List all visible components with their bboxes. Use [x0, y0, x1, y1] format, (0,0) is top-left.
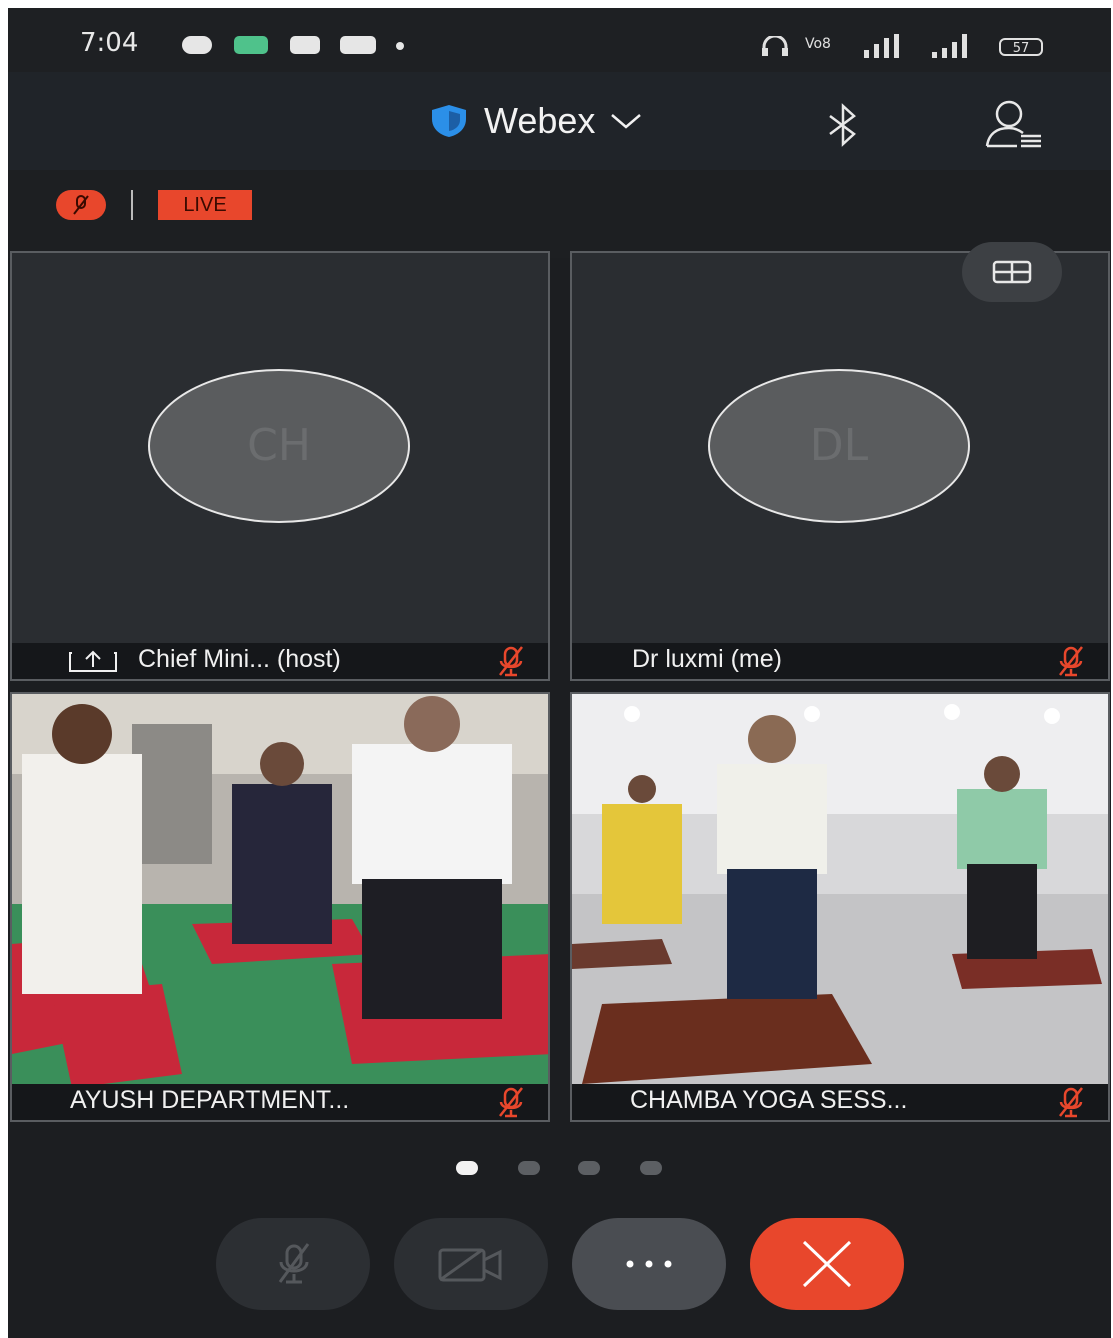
app-notification-icon: [234, 36, 268, 54]
grid-layout-icon: [992, 260, 1032, 284]
mic-off-icon: [73, 195, 89, 215]
battery-indicator: 57: [999, 38, 1043, 56]
mic-off-icon: [278, 1243, 310, 1284]
signal-4g-icon: [864, 34, 899, 58]
participant-video: [12, 694, 548, 1084]
avatar: CH: [148, 369, 410, 523]
leave-meeting-button[interactable]: [750, 1218, 904, 1310]
live-badge: LIVE: [158, 190, 252, 220]
shield-icon: [432, 105, 466, 137]
youtube-icon: [340, 36, 376, 54]
participant-name: CHAMBA YOGA SESS...: [630, 1086, 908, 1114]
mail-icon: [290, 36, 320, 54]
mute-mic-button[interactable]: [216, 1218, 370, 1310]
divider: [131, 190, 133, 220]
page-indicator-2[interactable]: [518, 1161, 540, 1175]
mic-off-icon: [499, 1087, 523, 1118]
yoga-session-video: [12, 694, 548, 1084]
meeting-menu[interactable]: Webex: [428, 96, 643, 146]
video-off-icon: [438, 1248, 502, 1282]
participant-name-bar: CHAMBA YOGA SESS...: [572, 1084, 1108, 1120]
participant-tile-self[interactable]: DL Dr luxmi (me): [570, 251, 1110, 681]
participants-icon[interactable]: [983, 98, 1043, 152]
bluetooth-icon[interactable]: [820, 102, 866, 148]
yoga-session-video: [572, 694, 1108, 1084]
more-notifications-icon: [396, 42, 404, 50]
volte-label: Vo8: [805, 36, 831, 52]
participant-name: Dr luxmi (me): [632, 645, 782, 673]
status-bar: 7:04 Vo8 57: [8, 8, 1111, 72]
more-icon: [626, 1260, 672, 1268]
app-frame: 7:04 Vo8 57 Webex LIVE CH Chief Mini... …: [8, 8, 1111, 1338]
participant-name-bar: Chief Mini... (host): [12, 643, 548, 679]
close-icon: [802, 1240, 852, 1288]
chevron-down-icon: [611, 114, 642, 129]
meeting-status-bar: LIVE: [8, 170, 1111, 258]
app-title: Webex: [484, 100, 596, 141]
headphones-icon: [762, 36, 788, 56]
jio-icon: [182, 36, 212, 54]
participant-tile-video-chamba[interactable]: CHAMBA YOGA SESS...: [570, 692, 1110, 1122]
participant-name: AYUSH DEPARTMENT...: [70, 1086, 350, 1114]
participant-video: [572, 694, 1108, 1084]
status-time: 7:04: [80, 28, 139, 58]
mic-off-icon: [1059, 646, 1083, 677]
participant-tile-host[interactable]: CH Chief Mini... (host): [10, 251, 550, 681]
more-options-button[interactable]: [572, 1218, 726, 1310]
participant-name-bar: AYUSH DEPARTMENT...: [12, 1084, 548, 1120]
share-screen-icon: [69, 650, 117, 672]
participant-tile-video-ayush[interactable]: AYUSH DEPARTMENT...: [10, 692, 550, 1122]
muted-indicator[interactable]: [56, 190, 106, 220]
participant-name-bar: Dr luxmi (me): [572, 643, 1108, 679]
mic-off-icon: [499, 646, 523, 677]
avatar: DL: [708, 369, 970, 523]
page-indicator-4[interactable]: [640, 1161, 662, 1175]
layout-toggle-button[interactable]: [962, 242, 1062, 302]
page-indicator-1[interactable]: [456, 1161, 478, 1175]
meeting-header: Webex: [8, 72, 1111, 170]
participant-name: Chief Mini... (host): [138, 645, 341, 673]
mic-off-icon: [1059, 1087, 1083, 1118]
page-indicator-3[interactable]: [578, 1161, 600, 1175]
stop-video-button[interactable]: [394, 1218, 548, 1310]
signal-bars-icon: [932, 34, 967, 58]
